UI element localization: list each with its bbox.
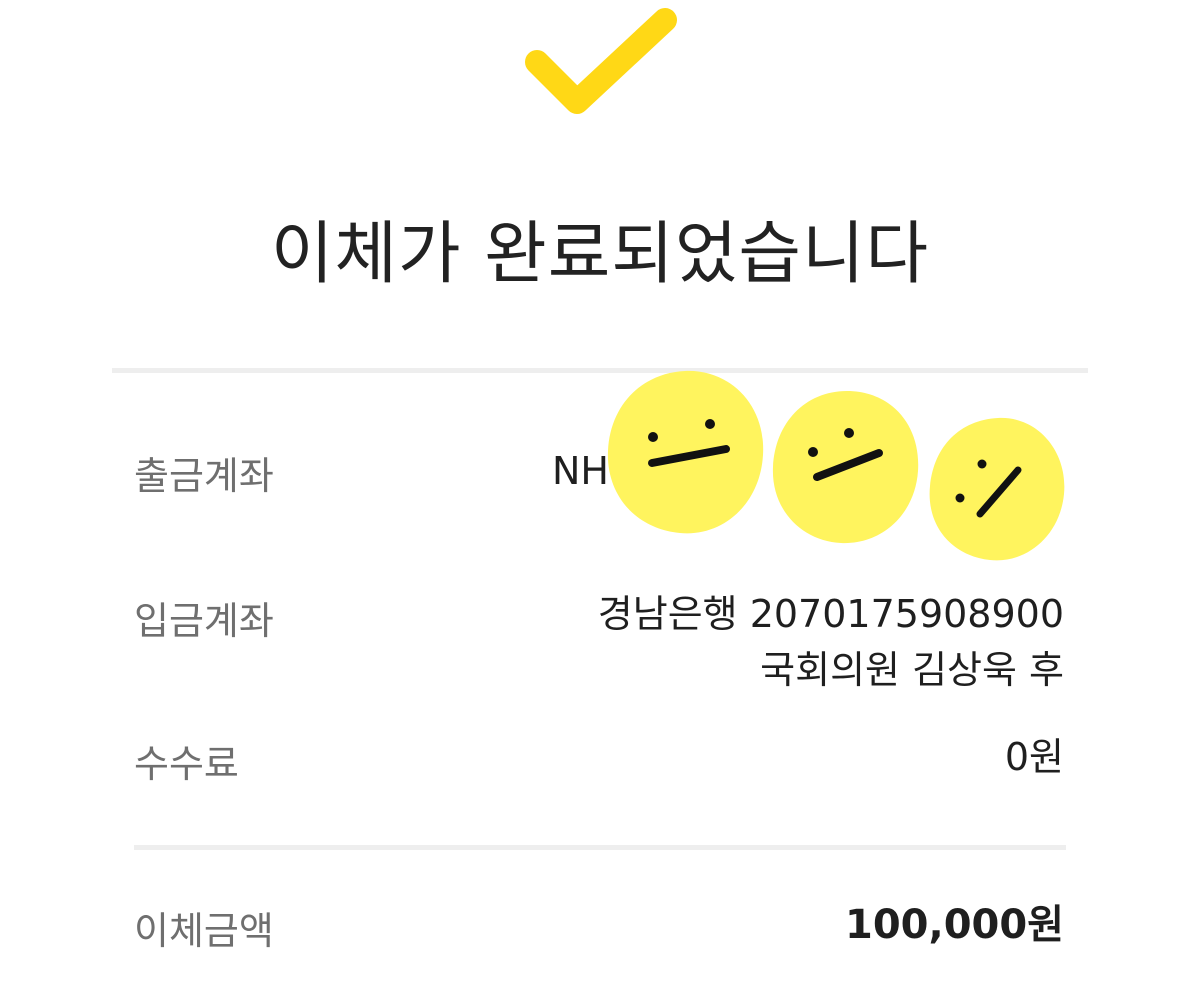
deposit-account-number: 경남은행 2070175908900 [597, 592, 1064, 636]
amount-label: 이체금액 [134, 909, 274, 953]
check-icon [525, 8, 677, 114]
deposit-account-value: 경남은행 2070175908900 국회의원 김상욱 후 [598, 586, 1064, 698]
smiley-sticker-icon [772, 391, 919, 544]
withdraw-account-label: 출금계좌 [134, 454, 274, 498]
smiley-sticker-icon [929, 417, 1065, 561]
divider [112, 368, 1088, 373]
fee-label: 수수료 [134, 742, 239, 786]
deposit-account-label: 입금계좌 [134, 599, 274, 643]
withdraw-account-value: NH [552, 443, 609, 499]
page-title: 이체가 완료되었습니다 [270, 215, 930, 294]
deposit-account-holder: 국회의원 김상욱 후 [760, 648, 1064, 692]
withdraw-account-bank: NH [552, 449, 609, 493]
amount-value: 100,000원 [845, 902, 1064, 948]
fee-value: 0원 [1004, 735, 1064, 779]
smiley-sticker-icon [607, 370, 764, 534]
divider [134, 845, 1066, 850]
